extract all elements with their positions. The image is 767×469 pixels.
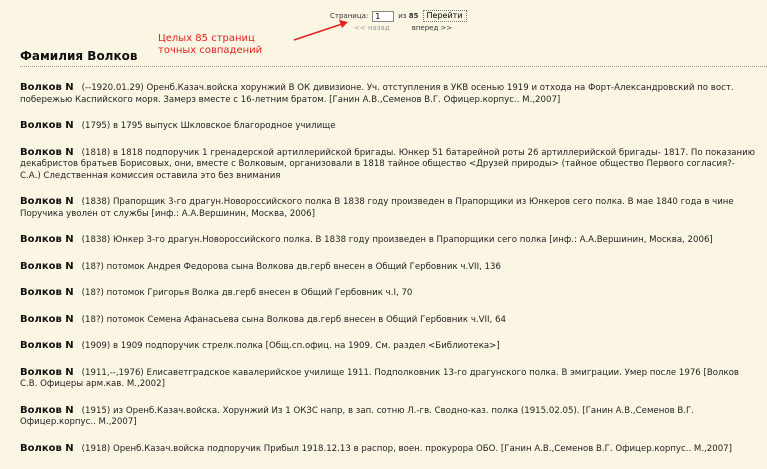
entry-name[interactable]: Волков N [20, 82, 74, 93]
entry-name[interactable]: Волков N [20, 234, 74, 245]
next-link[interactable]: вперед >> [412, 24, 453, 32]
list-item: Волков N (18?) потомок Григорья Волка дв.… [20, 287, 755, 300]
annotation-note: Целых 85 страниц точных совпадений [158, 33, 263, 56]
list-item: Волков N (1838) Прапорщик 3-го драгун.Нов… [20, 196, 755, 220]
entry-text: (1911,--,1976) Елисаветградское кавалери… [20, 367, 739, 390]
entry-text: (18?) потомок Григорья Волка дв.герб вне… [81, 288, 413, 298]
entry-text: (1915) из Оренб.Казач.войска. Хорунжий И… [20, 405, 694, 428]
go-button[interactable]: Перейти [422, 10, 467, 22]
entry-name[interactable]: Волков N [20, 367, 74, 378]
list-item: Волков N (1838) Юнкер 3-го драгун.Новорос… [20, 234, 755, 247]
list-item: Волков N (1909) в 1909 подпоручик стрелк.… [20, 340, 755, 353]
list-item: Волков N (1911,--,1976) Елисаветградское … [20, 367, 755, 391]
page-title: Фамилия Волков [20, 49, 138, 63]
entry-text: (--1920.01.29) Оренб.Казач.войска хорунж… [20, 83, 734, 105]
entry-name[interactable]: Волков N [20, 443, 74, 454]
list-item: Волков N (1818) в 1818 подпоручик 1 грена… [20, 147, 755, 183]
list-item: Волков N (1915) из Оренб.Казач.войска. Хо… [20, 405, 755, 429]
list-item: Волков N (--1920.01.29) Оренб.Казач.войск… [20, 82, 755, 106]
entry-text: (1818) в 1818 подпоручик 1 гренадерской … [20, 147, 755, 181]
list-item: Волков N (18?) потомок Андрея Федорова сы… [20, 261, 755, 274]
entry-text: (1838) Прапорщик 3-го драгун.Новороссийс… [20, 197, 734, 219]
entry-name[interactable]: Волков N [20, 314, 74, 325]
entry-text: (1838) Юнкер 3-го драгун.Новороссийского… [81, 235, 713, 245]
entry-name[interactable]: Волков N [20, 196, 74, 207]
entry-name[interactable]: Волков N [20, 287, 74, 298]
red-arrow-icon [293, 20, 348, 41]
list-item: Волков N (1795) в 1795 выпуск Шкловское б… [20, 120, 755, 133]
entry-text: (1918) Оренб.Казач.войска подпоручик При… [81, 443, 733, 454]
entry-text: (1909) в 1909 подпоручик стрелк.полка [О… [81, 341, 500, 351]
entry-name[interactable]: Волков N [20, 261, 74, 272]
entry-text: (18?) потомок Семена Афанасьева сына Вол… [81, 314, 506, 325]
entry-name[interactable]: Волков N [20, 405, 74, 416]
total-pages: 85 [408, 12, 419, 20]
entry-name[interactable]: Волков N [20, 120, 74, 131]
results-list: Волков N (--1920.01.29) Оренб.Казач.войск… [20, 82, 755, 469]
entry-name[interactable]: Волков N [20, 340, 74, 351]
page-total: из 85 [398, 12, 418, 20]
prev-link[interactable]: << назад [354, 24, 390, 32]
entry-name[interactable]: Волков N [20, 147, 74, 158]
entry-text: (1795) в 1795 выпуск Шкловское благородн… [81, 121, 336, 131]
entry-text: (18?) потомок Андрея Федорова сына Волко… [81, 261, 501, 272]
page-number-input[interactable] [372, 10, 395, 22]
divider [20, 66, 767, 67]
list-item: Волков N (1918) Оренб.Казач.войска подпор… [20, 443, 755, 456]
list-item: Волков N (18?) потомок Семена Афанасьева … [20, 314, 755, 327]
of-label: из [398, 12, 407, 20]
